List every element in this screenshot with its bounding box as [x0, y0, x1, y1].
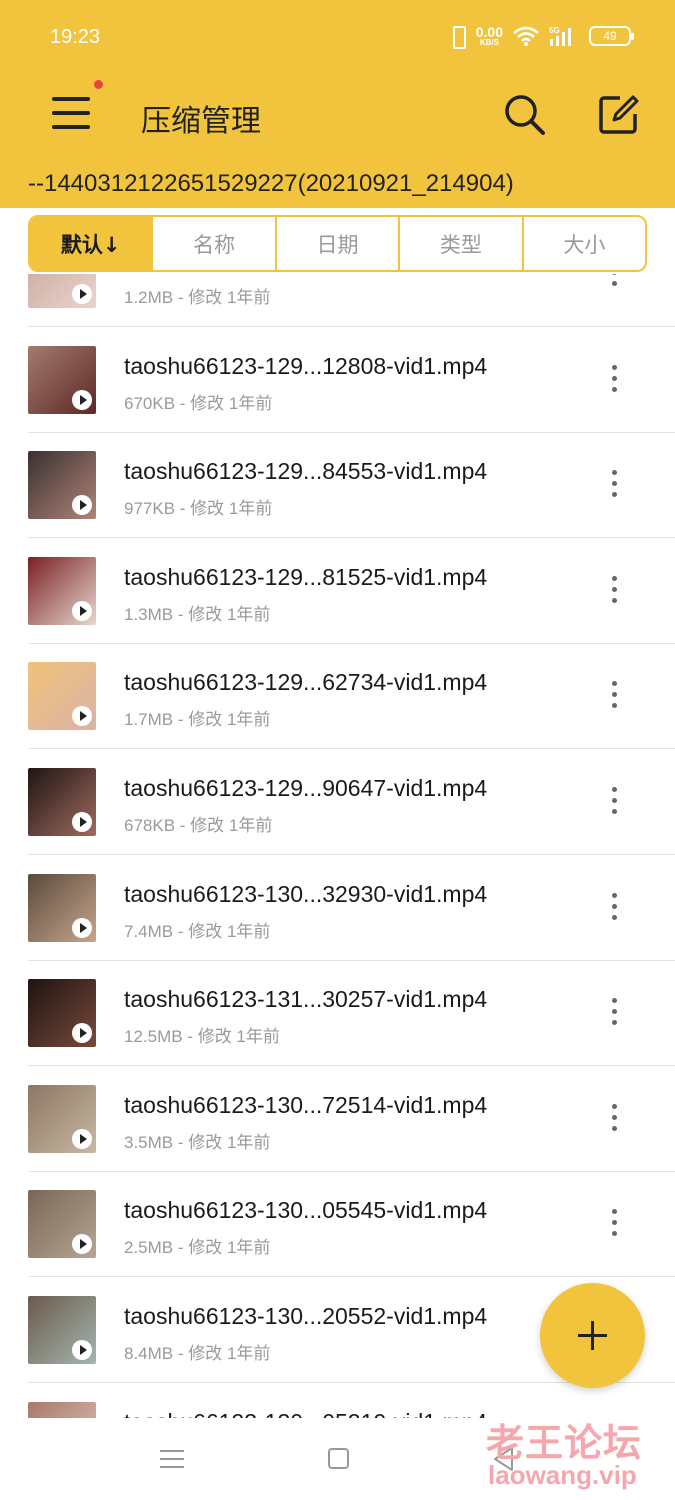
page-title: 压缩管理: [141, 104, 261, 139]
more-options-icon[interactable]: [602, 1209, 626, 1241]
video-thumbnail: [28, 768, 96, 836]
system-nav-bar: [0, 1418, 675, 1500]
play-icon: [72, 1023, 92, 1044]
play-icon: [72, 495, 92, 516]
file-name: taoshu66123-130...20552-vid1.mp4: [124, 1303, 488, 1329]
file-meta: 7.4MB - 修改 1年前: [124, 921, 271, 941]
signal-icon: 5G: [549, 25, 579, 47]
network-speed-value: 0.00: [475, 24, 503, 40]
status-time: 19:23: [50, 26, 101, 48]
sort-tab-size[interactable]: 大小: [524, 217, 645, 270]
add-button[interactable]: [540, 1283, 645, 1388]
file-row[interactable]: 1.2MB - 修改 1年前: [28, 274, 675, 327]
file-row[interactable]: taoshu66123-129...81525-vid1.mp4 1.3MB - …: [28, 538, 675, 644]
play-icon: [72, 1128, 92, 1149]
wifi-icon: [513, 26, 539, 46]
file-name: taoshu66123-130...72514-vid1.mp4: [124, 1091, 488, 1118]
file-name: taoshu66123-129...81525-vid1.mp4: [124, 563, 488, 590]
network-speed: 0.00 KB/S: [476, 25, 503, 47]
sort-tab-default[interactable]: 默认↓: [30, 217, 154, 270]
home-icon[interactable]: [328, 1448, 349, 1469]
video-thumbnail: [28, 451, 96, 520]
play-icon: [72, 600, 92, 621]
video-thumbnail: [28, 873, 96, 942]
more-options-icon[interactable]: [602, 681, 626, 713]
edit-button[interactable]: [592, 88, 646, 142]
file-meta: 3.5MB - 修改 1年前: [124, 1132, 271, 1152]
app-header: 19:23 0.00 KB/S 5G 49 压缩管理 --14403121226…: [0, 0, 675, 208]
sort-tab-name[interactable]: 名称: [153, 217, 277, 270]
file-meta: 1.2MB - 修改 1年前: [124, 288, 271, 307]
play-icon: [72, 812, 92, 832]
video-thumbnail: [28, 1190, 96, 1259]
signal-label: 5G: [549, 26, 560, 35]
file-name: taoshu66123-129...62734-vid1.mp4: [124, 669, 488, 696]
more-options-icon[interactable]: [602, 470, 626, 502]
more-options-icon[interactable]: [602, 274, 626, 291]
more-options-icon[interactable]: [602, 892, 626, 925]
file-row[interactable]: taoshu66123-130...32930-vid1.mp4 7.4MB - …: [28, 855, 675, 961]
video-thumbnail: [28, 1296, 96, 1364]
file-list: 1.2MB - 修改 1年前 taoshu66123-129...12808-vi…: [0, 274, 675, 1418]
back-icon[interactable]: [492, 1446, 516, 1472]
play-icon: [72, 706, 92, 727]
file-name: taoshu66123-131...30257-vid1.mp4: [124, 986, 488, 1013]
sort-tabs: 默认↓ 名称 日期 类型 大小: [28, 215, 647, 272]
search-icon: [505, 95, 545, 135]
edit-icon: [599, 95, 639, 134]
file-row[interactable]: taoshu66123-129...62734-vid1.mp4 1.7MB - …: [28, 643, 675, 750]
file-name: taoshu66123-130...05545-vid1.mp4: [124, 1197, 488, 1224]
file-meta: 8.4MB - 修改 1年前: [124, 1344, 271, 1363]
file-row[interactable]: taoshu66123-131...30257-vid1.mp4 12.5MB -…: [28, 960, 675, 1067]
file-row[interactable]: taoshu66123-129...12808-vid1.mp4 670KB - …: [28, 327, 675, 433]
search-button[interactable]: [498, 88, 552, 142]
more-options-icon[interactable]: [602, 787, 626, 819]
notification-dot: [94, 80, 103, 89]
video-thumbnail: [28, 556, 96, 625]
status-bar: 19:23 0.00 KB/S 5G 49: [0, 0, 675, 78]
status-icons: 0.00 KB/S 5G 49: [448, 24, 634, 49]
file-name: taoshu66123-129...84553-vid1.mp4: [124, 458, 488, 485]
more-options-icon[interactable]: [602, 575, 626, 608]
file-name: taoshu66123-130...32930-vid1.mp4: [124, 880, 488, 907]
video-thumbnail: [28, 345, 96, 414]
file-meta: 1.3MB - 修改 1年前: [124, 604, 271, 624]
video-thumbnail: [28, 662, 96, 731]
play-icon: [72, 389, 92, 410]
file-row[interactable]: taoshu66123-130...05210-vid1.mp4: [28, 1383, 675, 1418]
video-thumbnail: [28, 979, 96, 1048]
recent-apps-icon[interactable]: [160, 1448, 184, 1470]
file-meta: 670KB - 修改 1年前: [124, 393, 273, 413]
menu-icon: [52, 97, 90, 101]
play-icon: [72, 284, 92, 304]
video-thumbnail: [28, 1401, 96, 1418]
play-icon: [72, 1340, 92, 1360]
file-meta: 977KB - 修改 1年前: [124, 499, 273, 519]
sort-tab-type[interactable]: 类型: [400, 217, 524, 270]
play-icon: [72, 1234, 92, 1255]
network-speed-unit: KB/S: [479, 38, 499, 47]
file-meta: 1.7MB - 修改 1年前: [124, 710, 271, 730]
more-options-icon[interactable]: [602, 998, 626, 1030]
file-row[interactable]: taoshu66123-130...05545-vid1.mp4 2.5MB - …: [28, 1171, 675, 1278]
video-thumbnail: [28, 274, 96, 308]
file-row[interactable]: taoshu66123-130...72514-vid1.mp4 3.5MB - …: [28, 1066, 675, 1172]
sort-tab-date[interactable]: 日期: [277, 217, 401, 270]
file-name: taoshu66123-130...05210-vid1.mp4: [124, 1409, 487, 1418]
play-icon: [72, 917, 92, 938]
file-meta: 2.5MB - 修改 1年前: [124, 1238, 271, 1258]
file-row[interactable]: taoshu66123-129...84553-vid1.mp4 977KB - …: [28, 432, 675, 539]
folder-path: --1440312122651529227(20210921_214904): [28, 170, 514, 197]
file-name: taoshu66123-129...12808-vid1.mp4: [124, 352, 488, 379]
file-row[interactable]: taoshu66123-129...90647-vid1.mp4 678KB - …: [28, 749, 675, 855]
more-options-icon[interactable]: [602, 1103, 626, 1136]
battery-indicator: 49: [589, 26, 634, 46]
vibrate-icon: [448, 24, 466, 49]
more-options-icon[interactable]: [602, 364, 626, 397]
file-meta: 12.5MB - 修改 1年前: [124, 1027, 280, 1047]
menu-button[interactable]: [44, 80, 103, 138]
video-thumbnail: [28, 1084, 96, 1153]
file-meta: 678KB - 修改 1年前: [124, 816, 273, 835]
file-name: taoshu66123-129...90647-vid1.mp4: [124, 775, 488, 801]
